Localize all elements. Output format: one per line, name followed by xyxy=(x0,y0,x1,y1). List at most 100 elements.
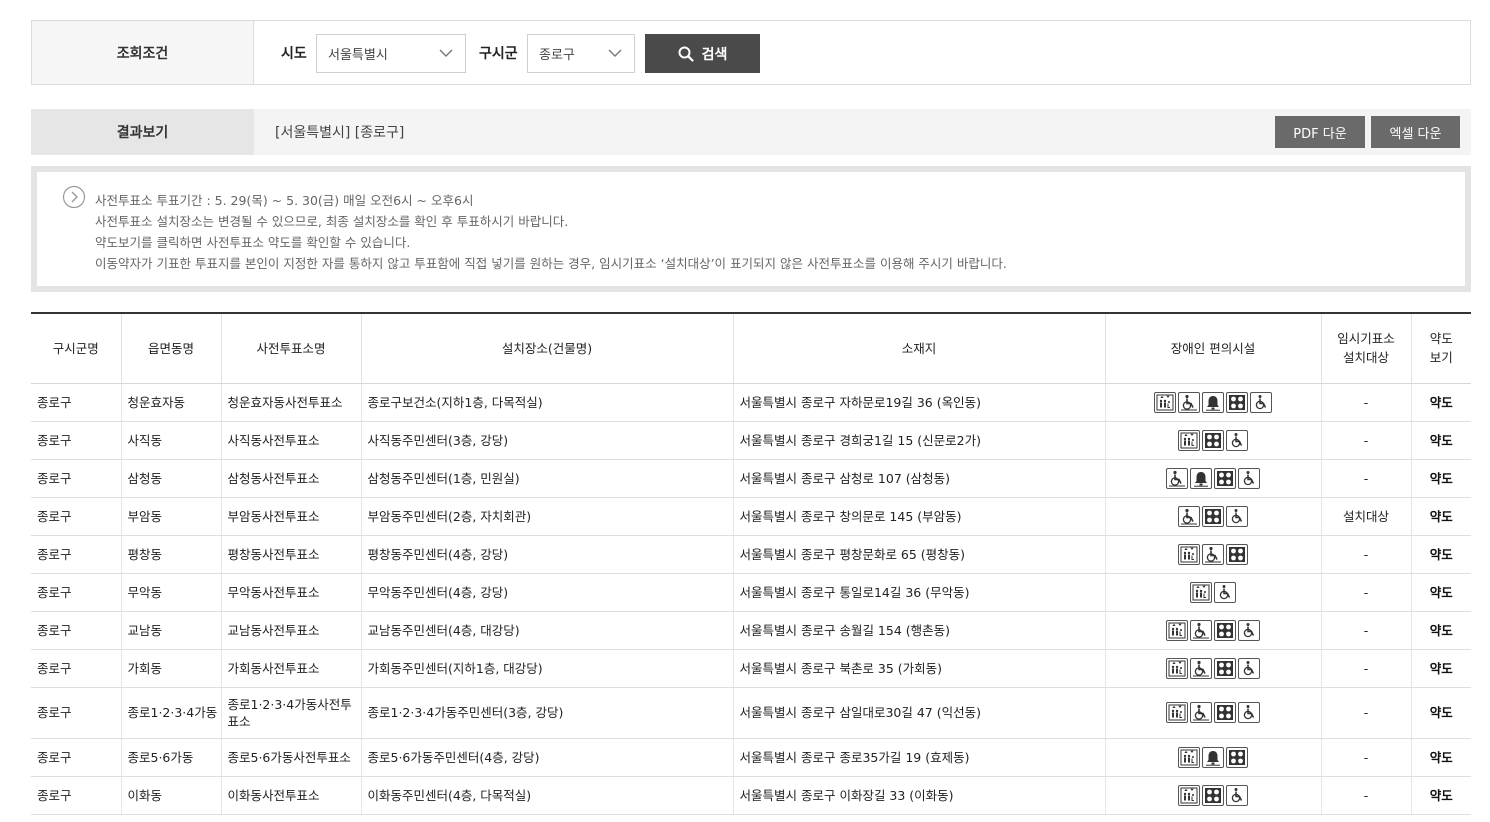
map-link[interactable]: 약도 xyxy=(1411,383,1471,422)
elevator-icon xyxy=(1178,543,1200,565)
cell-temp-booth: - xyxy=(1321,649,1412,688)
cell-address: 서울특별시 종로구 통일로14길 36 (무악동) xyxy=(733,573,1106,612)
elevator-icon xyxy=(1190,581,1212,603)
cell-place: 교남동주민센터(4층, 대강당) xyxy=(361,611,734,650)
braille-icon xyxy=(1214,619,1236,641)
cell-facility xyxy=(1105,738,1322,777)
cell-sigungu: 종로구 xyxy=(31,459,122,498)
table-row: 종로구 부암동 부암동사전투표소 부암동주민센터(2층, 자치회관) 서울특별시 종로구… xyxy=(31,497,1471,536)
cell-temp-booth: - xyxy=(1321,459,1412,498)
map-link[interactable]: 약도 xyxy=(1411,738,1471,777)
cell-sigungu: 종로구 xyxy=(31,497,122,536)
cell-station: 교남동사전투표소 xyxy=(221,611,362,650)
bell-icon xyxy=(1202,746,1224,768)
map-link[interactable]: 약도 xyxy=(1411,497,1471,536)
cell-sigungu: 종로구 xyxy=(31,738,122,777)
pdf-download-button[interactable]: PDF 다운 xyxy=(1275,116,1365,148)
map-link[interactable]: 약도 xyxy=(1411,649,1471,688)
cell-address: 서울특별시 종로구 경희궁1길 15 (신문로2가) xyxy=(733,421,1106,460)
cell-facility xyxy=(1105,535,1322,574)
braille-icon xyxy=(1214,467,1236,489)
cell-temp-booth: - xyxy=(1321,421,1412,460)
wheelchair-icon xyxy=(1226,429,1248,451)
braille-icon xyxy=(1226,746,1248,768)
cell-address: 서울특별시 종로구 자하문로19길 36 (옥인동) xyxy=(733,383,1106,422)
elevator-icon xyxy=(1166,619,1188,641)
cell-temp-booth: - xyxy=(1321,738,1412,777)
result-label: 결과보기 xyxy=(31,109,254,155)
cell-facility xyxy=(1105,649,1322,688)
cell-place: 종로1·2·3·4가동주민센터(3층, 강당) xyxy=(361,687,734,739)
map-link[interactable]: 약도 xyxy=(1411,776,1471,815)
cell-eup: 가회동 xyxy=(121,649,222,688)
braille-icon xyxy=(1202,505,1224,527)
cell-eup: 교남동 xyxy=(121,611,222,650)
notice-line: 사전투표소 투표기간 : 5. 29(목) ~ 5. 30(금) 매일 오전6시… xyxy=(95,193,474,208)
header-eup: 읍면동명 xyxy=(121,312,222,384)
elevator-icon xyxy=(1178,784,1200,806)
cell-temp-booth: - xyxy=(1321,776,1412,815)
search-icon xyxy=(678,46,694,62)
sido-select[interactable]: 서울특별시 xyxy=(316,34,466,73)
cell-station: 종로1·2·3·4가동사전투표소 xyxy=(221,687,362,739)
table-row: 종로구 평창동 평창동사전투표소 평창동주민센터(4층, 강당) 서울특별시 종로구 평… xyxy=(31,535,1471,574)
sigungu-select[interactable]: 종로구 xyxy=(527,34,635,73)
notice-text: 사전투표소 투표기간 : 5. 29(목) ~ 5. 30(금) 매일 오전6시… xyxy=(95,190,1007,274)
map-link[interactable]: 약도 xyxy=(1411,611,1471,650)
cell-temp-booth: - xyxy=(1321,383,1412,422)
cell-address: 서울특별시 종로구 창의문로 145 (부암동) xyxy=(733,497,1106,536)
wheelchair-icon xyxy=(1238,657,1260,679)
table-row: 종로구 무악동 무악동사전투표소 무악동주민센터(4층, 강당) 서울특별시 종로구 통… xyxy=(31,573,1471,612)
cell-address: 서울특별시 종로구 평창문화로 65 (평창동) xyxy=(733,535,1106,574)
header-sigungu: 구시군명 xyxy=(31,312,122,384)
cell-address: 서울특별시 종로구 삼일대로30길 47 (익선동) xyxy=(733,687,1106,739)
cell-sigungu: 종로구 xyxy=(31,383,122,422)
search-button-label: 검색 xyxy=(701,46,728,63)
result-bar: 결과보기 [서울특별시] [종로구] PDF 다운 엑셀 다운 xyxy=(31,109,1471,155)
braille-icon xyxy=(1226,543,1248,565)
cell-eup: 청운효자동 xyxy=(121,383,222,422)
cell-facility xyxy=(1105,459,1322,498)
search-button[interactable]: 검색 xyxy=(645,34,760,73)
cell-address: 서울특별시 종로구 북촌로 35 (가회동) xyxy=(733,649,1106,688)
table-row: 종로구 종로1·2·3·4가동 종로1·2·3·4가동사전투표소 종로1·2·3·4가… xyxy=(31,687,1471,739)
cell-address: 서울특별시 종로구 송월길 154 (행촌동) xyxy=(733,611,1106,650)
cell-facility xyxy=(1105,687,1322,739)
cell-station: 삼청동사전투표소 xyxy=(221,459,362,498)
header-map: 약도 보기 xyxy=(1411,312,1471,384)
cell-temp-booth: 설치대상 xyxy=(1321,497,1412,536)
cell-facility xyxy=(1105,383,1322,422)
wheelchair-icon xyxy=(1250,391,1272,413)
wheelchair-icon xyxy=(1226,784,1248,806)
elevator-icon xyxy=(1166,702,1188,723)
map-link[interactable]: 약도 xyxy=(1411,459,1471,498)
wheelchair-icon xyxy=(1238,702,1260,723)
wheelchair-icon xyxy=(1238,619,1260,641)
sigungu-select-value: 종로구 xyxy=(539,48,575,63)
cell-temp-booth: - xyxy=(1321,535,1412,574)
wheelchair-ramp-icon xyxy=(1166,467,1188,489)
bell-icon xyxy=(1190,467,1212,489)
map-link[interactable]: 약도 xyxy=(1411,687,1471,739)
cell-place: 가회동주민센터(지하1층, 대강당) xyxy=(361,649,734,688)
map-link[interactable]: 약도 xyxy=(1411,573,1471,612)
notice-line: 이동약자가 기표한 투표지를 본인이 지정한 자를 통하지 않고 투표함에 직접… xyxy=(95,256,1007,271)
excel-download-button[interactable]: 엑셀 다운 xyxy=(1371,116,1460,148)
map-link[interactable]: 약도 xyxy=(1411,535,1471,574)
cell-sigungu: 종로구 xyxy=(31,421,122,460)
search-panel: 조회조건 시도 서울특별시 구시군 종로구 검색 xyxy=(31,20,1471,85)
cell-station: 평창동사전투표소 xyxy=(221,535,362,574)
cell-eup: 평창동 xyxy=(121,535,222,574)
elevator-icon xyxy=(1154,391,1176,413)
cell-eup: 부암동 xyxy=(121,497,222,536)
table-row: 종로구 삼청동 삼청동사전투표소 삼청동주민센터(1층, 민원실) 서울특별시 종로구 … xyxy=(31,459,1471,498)
braille-icon xyxy=(1202,784,1224,806)
bell-icon xyxy=(1202,391,1224,413)
table-row: 종로구 종로5·6가동 종로5·6가동사전투표소 종로5·6가동주민센터(4층, 강당… xyxy=(31,738,1471,777)
wheelchair-icon xyxy=(1238,467,1260,489)
cell-temp-booth: - xyxy=(1321,611,1412,650)
header-place: 설치장소(건물명) xyxy=(361,312,734,384)
map-link[interactable]: 약도 xyxy=(1411,421,1471,460)
cell-station: 종로5·6가동사전투표소 xyxy=(221,738,362,777)
cell-place: 종로5·6가동주민센터(4층, 강당) xyxy=(361,738,734,777)
